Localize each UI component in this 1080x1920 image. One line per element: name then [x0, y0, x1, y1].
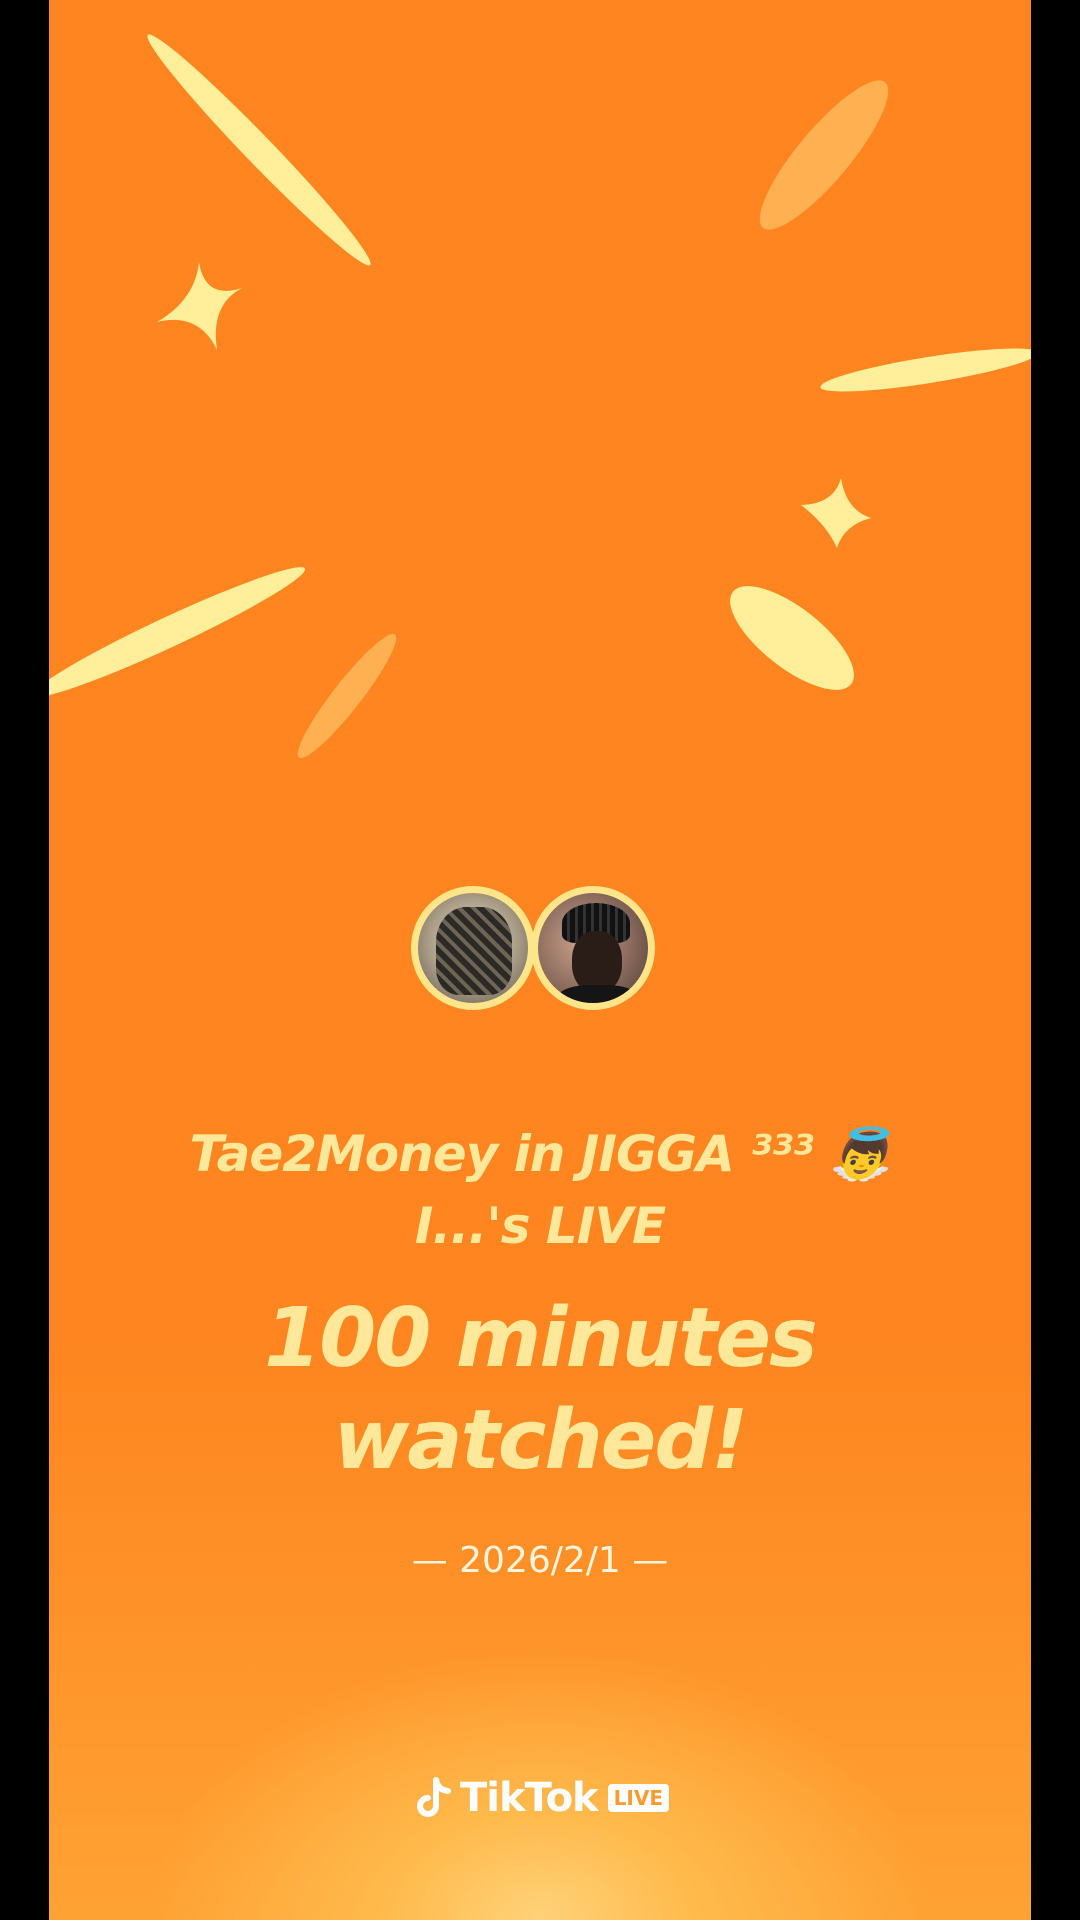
streak-left	[49, 567, 306, 697]
live-title-line-2: I...'s LIVE	[414, 1197, 666, 1255]
minutes-count: 100 minutes	[264, 1291, 818, 1386]
streak-top-left	[147, 34, 371, 266]
watched-label: watched!	[333, 1393, 749, 1488]
tiktok-live-logo: TikTok LIVE	[414, 1770, 669, 1826]
sparkle-left	[157, 262, 242, 350]
avatar	[531, 886, 655, 1010]
date-label: — 2026/2/1 —	[411, 1540, 669, 1581]
live-title: Tae2Money in JIGGA ³³³ 👼 I...'s LIVE	[49, 1118, 1031, 1262]
live-title-line-1: Tae2Money in JIGGA ³³³ 👼	[189, 1125, 891, 1183]
screen: Tae2Money in JIGGA ³³³ 👼 I...'s LIVE 100…	[0, 0, 1080, 1920]
avatar-face	[572, 931, 622, 993]
faded-streak-top-right	[759, 80, 889, 230]
live-badge: LIVE	[607, 1784, 669, 1812]
tiktok-note-icon	[417, 1777, 451, 1817]
blob-right	[730, 586, 854, 690]
minutes-watched-headline: 100 minutes watched!	[49, 1288, 1031, 1492]
avatar-shirt	[558, 985, 638, 1003]
watch-milestone-card	[49, 0, 1031, 1920]
sparkle-right	[801, 478, 871, 548]
avatar-image	[436, 907, 512, 995]
streak-right	[820, 348, 1031, 392]
avatar-group	[411, 886, 671, 1026]
faded-streak-lower-left	[297, 633, 397, 759]
brand-name: TikTok	[460, 1775, 599, 1821]
avatar	[411, 886, 535, 1010]
